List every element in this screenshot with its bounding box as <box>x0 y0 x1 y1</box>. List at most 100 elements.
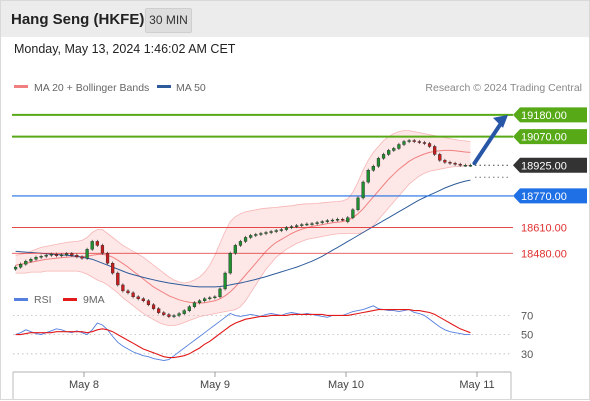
candle-body-49 <box>264 232 268 234</box>
candle-body-66 <box>351 209 355 218</box>
candle-body-58 <box>310 223 314 225</box>
candle-body-69 <box>366 170 370 183</box>
candle-body-59 <box>315 222 319 224</box>
candle-body-30 <box>167 314 171 317</box>
rsi-tick-50: 50 <box>521 330 533 342</box>
candle-body-72 <box>381 154 386 159</box>
candle-body-40 <box>218 288 222 298</box>
candle-body-85 <box>448 162 452 164</box>
candle-body-75 <box>397 144 401 149</box>
candle-body-79 <box>417 141 421 143</box>
candle-body-46 <box>249 235 253 238</box>
candle-body-60 <box>320 221 324 223</box>
candle-body-28 <box>157 308 161 313</box>
source-credit: Research © 2024 Trading Central <box>425 82 582 94</box>
x-tick-label-2: May 10 <box>328 379 364 391</box>
candle-body-38 <box>208 297 212 299</box>
x-tick-label-3: May 11 <box>459 379 494 391</box>
legend-swatch-rsi <box>14 298 28 301</box>
candle-body-78 <box>412 140 416 142</box>
candle-body-55 <box>295 225 299 227</box>
candle-body-54 <box>289 226 294 228</box>
candle-body-22 <box>126 290 130 294</box>
candle-body-23 <box>131 292 135 298</box>
level-label-18925-00: 18925.00 <box>521 160 567 172</box>
candle-body-29 <box>162 312 166 315</box>
level-label-18610-00: 18610.00 <box>521 223 567 235</box>
candle-body-63 <box>335 219 340 221</box>
candle-body-47 <box>254 234 258 236</box>
x-tick-label-1: May 9 <box>200 379 230 391</box>
candle-body-13 <box>80 256 84 259</box>
candle-body-17 <box>100 245 105 254</box>
candle-body-21 <box>121 284 125 292</box>
candle-body-16 <box>95 241 99 246</box>
candle-body-9 <box>59 254 64 257</box>
legend-swatch-ma50 <box>157 85 171 88</box>
candle-body-3 <box>29 259 33 262</box>
candle-body-50 <box>269 231 273 233</box>
level-label-18480-00: 18480.00 <box>521 248 567 260</box>
candle-body-25 <box>141 298 145 301</box>
candle-body-12 <box>75 255 79 258</box>
candle-body-6 <box>44 255 48 257</box>
candle-body-73 <box>387 150 391 155</box>
legend-label-ma50: MA 50 <box>176 82 206 94</box>
candle-body-43 <box>233 245 237 254</box>
rsi-tick-70: 70 <box>521 310 533 322</box>
legend-swatch-bollinger <box>14 85 28 88</box>
candle-body-68 <box>361 181 365 199</box>
candle-body-33 <box>182 310 186 314</box>
candle-body-64 <box>341 219 345 221</box>
candle-body-14 <box>85 249 89 259</box>
candle-body-57 <box>305 223 309 226</box>
candle-body-56 <box>300 224 304 226</box>
candle-body-81 <box>427 143 432 147</box>
candle-body-8 <box>54 254 59 256</box>
candle-body-80 <box>422 142 427 144</box>
candle-body-77 <box>407 140 411 142</box>
candle-body-36 <box>197 300 202 303</box>
candle-body-26 <box>146 300 151 305</box>
candle-body-82 <box>433 146 437 155</box>
candle-body-87 <box>458 164 462 166</box>
level-label-19070-00: 19070.00 <box>521 132 567 144</box>
candle-body-37 <box>203 298 207 301</box>
candle-body-67 <box>356 197 360 210</box>
x-tick-label-0: May 8 <box>69 379 99 391</box>
candle-body-48 <box>259 233 263 235</box>
candle-body-10 <box>65 253 69 256</box>
rsi-line <box>15 305 471 361</box>
candle-body-34 <box>187 306 191 311</box>
candle-body-89 <box>468 165 473 167</box>
candle-body-35 <box>192 302 197 307</box>
candle-body-83 <box>438 154 442 161</box>
candle-body-45 <box>243 237 248 242</box>
candle-body-86 <box>453 163 457 165</box>
legend-label-bollinger: MA 20 + Bollinger Bands <box>34 82 149 94</box>
candle-body-39 <box>213 296 217 299</box>
rsi-tick-30: 30 <box>521 349 533 361</box>
candle-body-84 <box>443 160 447 163</box>
candle-body-74 <box>392 148 396 151</box>
candle-body-7 <box>49 254 53 256</box>
level-label-19180-00: 19180.00 <box>521 110 567 122</box>
candle-body-71 <box>376 158 381 167</box>
candle-body-2 <box>24 260 28 265</box>
candle-body-61 <box>325 220 329 222</box>
legend-label-9ma: 9MA <box>83 294 105 306</box>
candle-body-53 <box>284 227 289 230</box>
candle-body-42 <box>228 253 232 274</box>
candle-body-76 <box>402 141 406 145</box>
candle-body-4 <box>34 257 38 260</box>
candle-body-27 <box>151 304 156 309</box>
candle-body-44 <box>238 241 243 246</box>
candle-body-88 <box>463 165 467 167</box>
candle-body-65 <box>346 217 350 222</box>
candle-body-70 <box>371 166 375 171</box>
candle-body-1 <box>19 263 23 268</box>
legend-label-rsi: RSI <box>34 294 52 306</box>
candle-body-52 <box>279 229 283 231</box>
candle-body-5 <box>39 256 43 258</box>
candle-body-0 <box>13 266 18 270</box>
